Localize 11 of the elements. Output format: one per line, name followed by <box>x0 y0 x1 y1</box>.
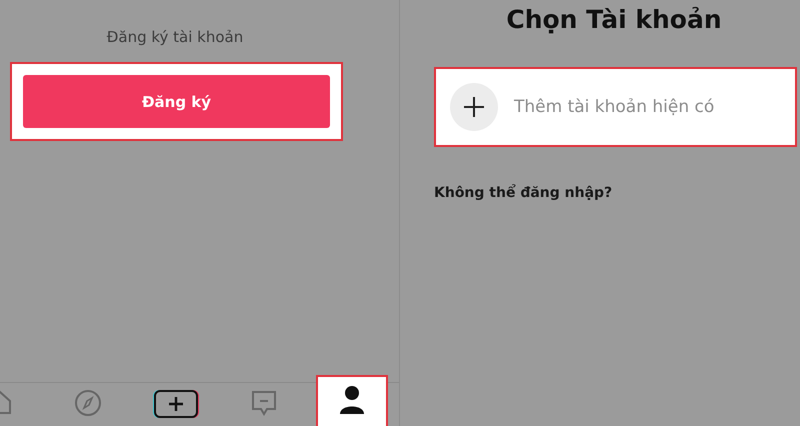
tab-bar-item[interactable] <box>316 375 388 426</box>
add-account-button[interactable]: Thêm tài khoản hiện có <box>434 67 797 147</box>
plus-icon <box>450 83 498 131</box>
message-icon <box>251 389 277 417</box>
plus-icon <box>153 389 199 419</box>
signup-button[interactable]: Đăng ký <box>23 75 330 128</box>
person-icon <box>339 385 365 415</box>
compass-icon <box>74 389 102 417</box>
signup-heading: Đăng ký tài khoản <box>106 28 244 46</box>
help-link[interactable]: Không thể đăng nhập? <box>434 185 612 201</box>
page-title: Chọn Tài khoản <box>505 5 723 34</box>
